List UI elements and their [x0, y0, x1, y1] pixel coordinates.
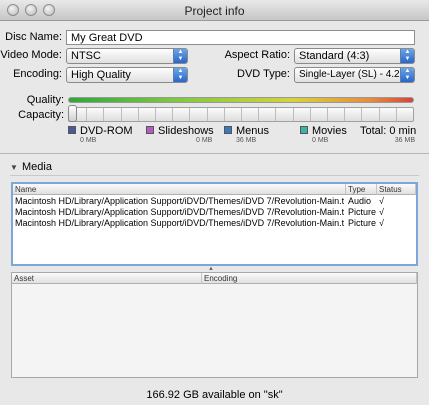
- disclosure-triangle-icon[interactable]: ▼: [10, 163, 18, 172]
- legend-swatch: [146, 126, 154, 134]
- column-header-status[interactable]: Status: [377, 184, 416, 195]
- capacity-tick: [172, 108, 174, 121]
- disc-name-field[interactable]: My Great DVD: [66, 30, 415, 45]
- popup-arrows-icon: ▲ ▼: [173, 68, 187, 82]
- popup-arrows-icon: ▲ ▼: [173, 49, 187, 63]
- row-name: Macintosh HD/Library/Application Support…: [15, 207, 344, 217]
- capacity-tick: [258, 108, 260, 121]
- capacity-tick: [327, 108, 328, 121]
- legend-label: Slideshows: [158, 125, 214, 137]
- quality-label: Quality:: [26, 94, 64, 106]
- legend-size: 0 MB: [80, 137, 97, 144]
- legend-swatch: [68, 126, 76, 134]
- video-mode-popup[interactable]: NTSC ▲ ▼: [66, 48, 188, 64]
- legend-size: 0 MB: [312, 137, 329, 144]
- legend-label: Movies: [312, 125, 347, 137]
- media-section-label: Media: [22, 161, 52, 173]
- aspect-ratio-label: Aspect Ratio:: [224, 49, 290, 61]
- encoding-value: High Quality: [71, 69, 131, 81]
- capacity-tick: [309, 108, 311, 121]
- column-header-encoding[interactable]: Encoding: [202, 273, 417, 284]
- legend-label: Menus: [236, 125, 270, 137]
- window-title: Project info: [184, 4, 245, 18]
- title-bar: Project info: [0, 0, 429, 21]
- table-row[interactable]: Macintosh HD/Library/Application Support…: [13, 207, 416, 218]
- capacity-tick: [155, 108, 156, 121]
- capacity-tick: [275, 108, 277, 121]
- row-type: Audio: [348, 196, 372, 206]
- asset-table[interactable]: Asset Encoding: [11, 272, 418, 378]
- legend-label: DVD-ROM: [80, 125, 133, 137]
- media-table[interactable]: Name Type Status Macintosh HD/Library/Ap…: [11, 182, 418, 266]
- aspect-ratio-value: Standard (4:3): [299, 50, 370, 62]
- row-status: √: [379, 218, 384, 228]
- quality-meter: [68, 97, 414, 103]
- capacity-tick: [189, 108, 191, 121]
- total-summary: Total: 0 min 36 MB: [360, 125, 417, 144]
- row-status: √: [379, 196, 384, 206]
- disc-name-label: Disc Name:: [5, 31, 62, 43]
- dvd-type-label: DVD Type:: [237, 68, 290, 80]
- row-name: Macintosh HD/Library/Application Support…: [15, 218, 344, 228]
- capacity-tick: [137, 108, 139, 121]
- dvd-type-value: Single-Layer (SL) - 4.2 GB: [299, 69, 415, 80]
- column-header-type[interactable]: Type: [346, 184, 377, 195]
- column-header-asset[interactable]: Asset: [12, 273, 202, 284]
- capacity-tick: [361, 108, 363, 121]
- capacity-tick: [103, 108, 105, 121]
- capacity-tick: [120, 108, 122, 121]
- legend-swatch: [224, 126, 232, 134]
- row-type: Picture: [348, 218, 377, 228]
- encoding-popup[interactable]: High Quality ▲ ▼: [66, 67, 188, 83]
- capacity-tick: [292, 108, 294, 121]
- capacity-tick: [86, 108, 88, 121]
- divider: [0, 153, 429, 154]
- legend-size: 36 MB: [236, 137, 257, 144]
- media-divider: [10, 175, 419, 176]
- capacity-tick: [344, 108, 346, 121]
- legend-swatch: [300, 126, 308, 134]
- popup-arrows-icon: ▲ ▼: [400, 49, 414, 63]
- video-mode-label: Video Mode:: [0, 49, 62, 61]
- total-size: 36 MB: [394, 137, 415, 144]
- table-row[interactable]: Macintosh HD/Library/Application Support…: [13, 196, 416, 207]
- row-type: Picture: [348, 207, 377, 217]
- capacity-tick: [206, 108, 208, 121]
- capacity-tick: [223, 108, 225, 121]
- available-space: 166.92 GB available on "sk": [146, 389, 283, 401]
- capacity-tick: [241, 108, 242, 121]
- total-label: Total: 0 min: [360, 125, 417, 137]
- table-row[interactable]: Macintosh HD/Library/Application Support…: [13, 218, 416, 229]
- capacity-label: Capacity:: [18, 109, 64, 121]
- aspect-ratio-popup[interactable]: Standard (4:3) ▲ ▼: [294, 48, 415, 64]
- capacity-tick: [378, 108, 380, 121]
- row-status: √: [379, 207, 384, 217]
- capacity-slider-knob[interactable]: [68, 105, 77, 122]
- capacity-meter: [68, 107, 414, 122]
- video-mode-value: NTSC: [71, 50, 101, 62]
- dvd-type-popup[interactable]: Single-Layer (SL) - 4.2 GB ▲ ▼: [294, 67, 415, 83]
- encoding-label: Encoding:: [13, 68, 62, 80]
- capacity-tick: [395, 108, 397, 121]
- column-header-name[interactable]: Name: [13, 184, 346, 195]
- legend-size: 0 MB: [196, 137, 213, 144]
- row-name: Macintosh HD/Library/Application Support…: [15, 196, 344, 206]
- popup-arrows-icon: ▲ ▼: [400, 68, 414, 82]
